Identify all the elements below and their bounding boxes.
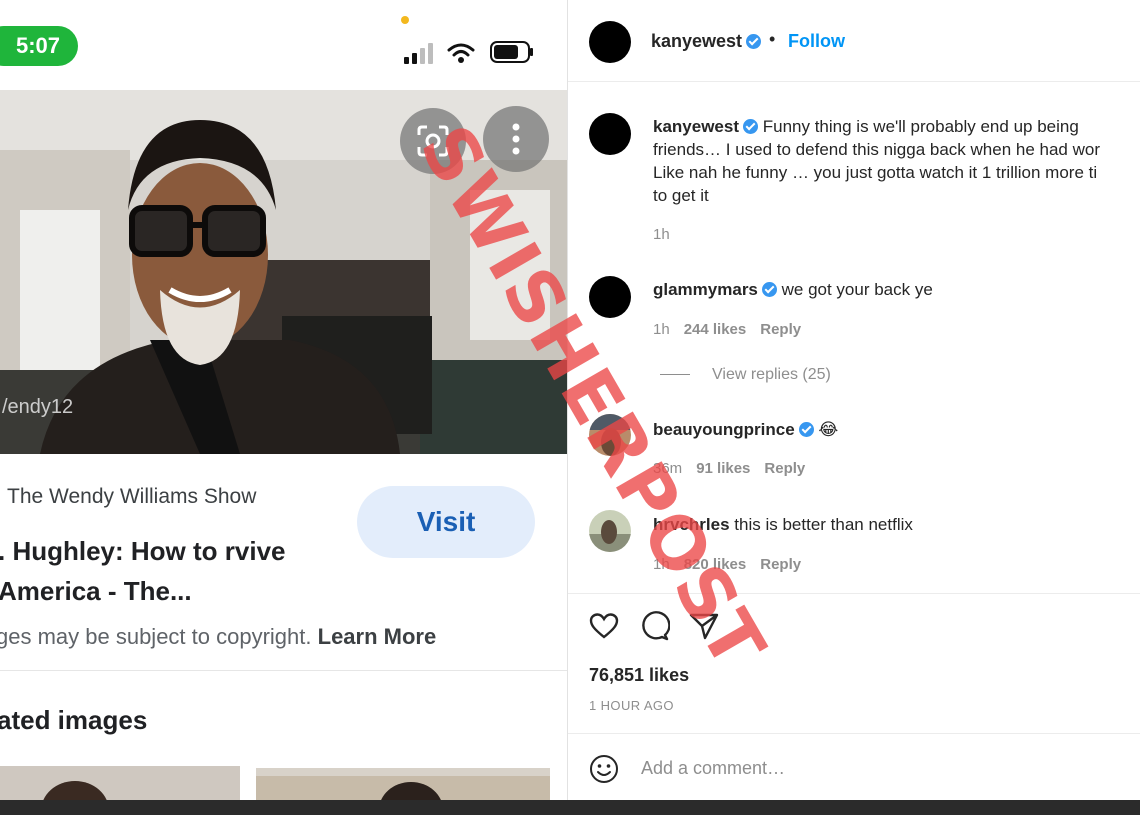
- view-replies-button[interactable]: View replies (25): [660, 366, 831, 384]
- comment-username[interactable]: glammymars: [653, 280, 758, 299]
- comment-time: 1h: [653, 226, 670, 243]
- divider: [0, 670, 567, 671]
- comment-text: this is better than netflix: [734, 515, 913, 534]
- verified-badge-icon: [761, 282, 777, 297]
- visit-button[interactable]: Visit: [357, 486, 535, 558]
- comment-meta: 1h 244 likes Reply: [653, 321, 801, 338]
- lens-icon: [417, 125, 449, 157]
- more-options-button[interactable]: [483, 106, 549, 172]
- related-images-heading: ated images: [0, 705, 148, 735]
- verified-badge-icon: [743, 119, 758, 134]
- avatar[interactable]: [589, 276, 631, 318]
- comment-username[interactable]: beauyoungprince: [653, 420, 795, 439]
- comment-text: 😂: [818, 420, 839, 439]
- reply-button[interactable]: Reply: [760, 321, 801, 338]
- comment-text: we got your back ye: [781, 280, 933, 299]
- post-header: kanyewest • Follow: [568, 0, 1140, 82]
- avatar[interactable]: [589, 113, 631, 155]
- result-title[interactable]: . Hughley: How to rvive America - The...: [0, 531, 338, 611]
- comment-likes[interactable]: 820 likes: [684, 556, 747, 573]
- comment-likes[interactable]: 244 likes: [684, 321, 747, 338]
- avatar[interactable]: [589, 414, 631, 456]
- copyright-text: ges may be subject to copyright.: [0, 624, 312, 649]
- comment-icon[interactable]: [638, 610, 670, 642]
- comment-line: Funny thing is we'll probably end up bei…: [762, 117, 1079, 136]
- privacy-indicator-dot: [401, 16, 409, 24]
- comment-username[interactable]: hrvchrles: [653, 515, 730, 534]
- likes-count[interactable]: 76,851 likes: [589, 665, 689, 686]
- copyright-notice: ges may be subject to copyright. Learn M…: [0, 624, 436, 650]
- view-replies-label[interactable]: View replies (25): [712, 366, 831, 383]
- follow-button[interactable]: Follow: [788, 31, 845, 52]
- comment-line: friends… I used to defend this nigga bac…: [653, 140, 1101, 159]
- post-actions: [588, 610, 720, 642]
- instagram-post-panel: kanyewest • Follow kanyewest Funny thing…: [567, 0, 1140, 802]
- separator-dot: •: [769, 29, 776, 49]
- more-vert-icon: [512, 123, 520, 155]
- signal-icon: [404, 42, 433, 64]
- verified-badge-icon: [798, 422, 814, 437]
- photo-overlay-text: /endy12: [2, 396, 74, 418]
- verified-badge-icon: [746, 34, 762, 49]
- reply-button[interactable]: Reply: [760, 556, 801, 573]
- add-comment-input[interactable]: Add a comment…: [641, 758, 785, 779]
- man-with-glasses-image: [0, 90, 567, 454]
- caption: kanyewest Funny thing is we'll probably …: [653, 115, 1100, 207]
- comment-likes[interactable]: 91 likes: [696, 460, 750, 477]
- avatar[interactable]: [589, 21, 631, 63]
- share-icon[interactable]: [688, 610, 720, 642]
- comment-time: 1h: [653, 556, 670, 573]
- comment-line: to get it: [653, 186, 709, 205]
- comment-meta: 1h 820 likes Reply: [653, 556, 801, 573]
- comment-time: 36m: [653, 460, 683, 477]
- post-time: 1 HOUR AGO: [589, 698, 674, 713]
- comment: beauyoungprince 😂: [653, 418, 838, 441]
- heart-icon[interactable]: [588, 610, 620, 642]
- wifi-icon: [447, 43, 475, 63]
- google-lens-button[interactable]: [400, 108, 466, 174]
- bottom-border: [0, 800, 1140, 815]
- header-username[interactable]: kanyewest: [651, 31, 762, 52]
- divider: [568, 593, 1140, 594]
- avatar[interactable]: [589, 510, 631, 552]
- learn-more-link[interactable]: Learn More: [318, 624, 437, 649]
- comment-meta: 36m 91 likes Reply: [653, 460, 805, 477]
- battery-icon: [490, 41, 533, 63]
- username[interactable]: kanyewest: [651, 31, 742, 51]
- status-bar-icons: [404, 40, 535, 64]
- comment: hrvchrles this is better than netflix: [653, 513, 913, 536]
- view-replies-line: [660, 374, 690, 376]
- preview-image[interactable]: /endy12: [0, 90, 567, 454]
- source-name: The Wendy Williams Show: [7, 485, 257, 508]
- comment-username[interactable]: kanyewest: [653, 117, 739, 136]
- reply-button[interactable]: Reply: [764, 460, 805, 477]
- status-time: 5:07: [0, 26, 78, 66]
- comment: glammymars we got your back ye: [653, 278, 933, 301]
- emoji-icon[interactable]: [589, 754, 619, 784]
- comment-time: 1h: [653, 321, 670, 338]
- comment-line: Like nah he funny … you just gotta watch…: [653, 163, 1098, 182]
- phone-screen: 5:07 /endy12 The Wendy Williams Show Vis…: [0, 0, 567, 815]
- divider: [568, 733, 1140, 734]
